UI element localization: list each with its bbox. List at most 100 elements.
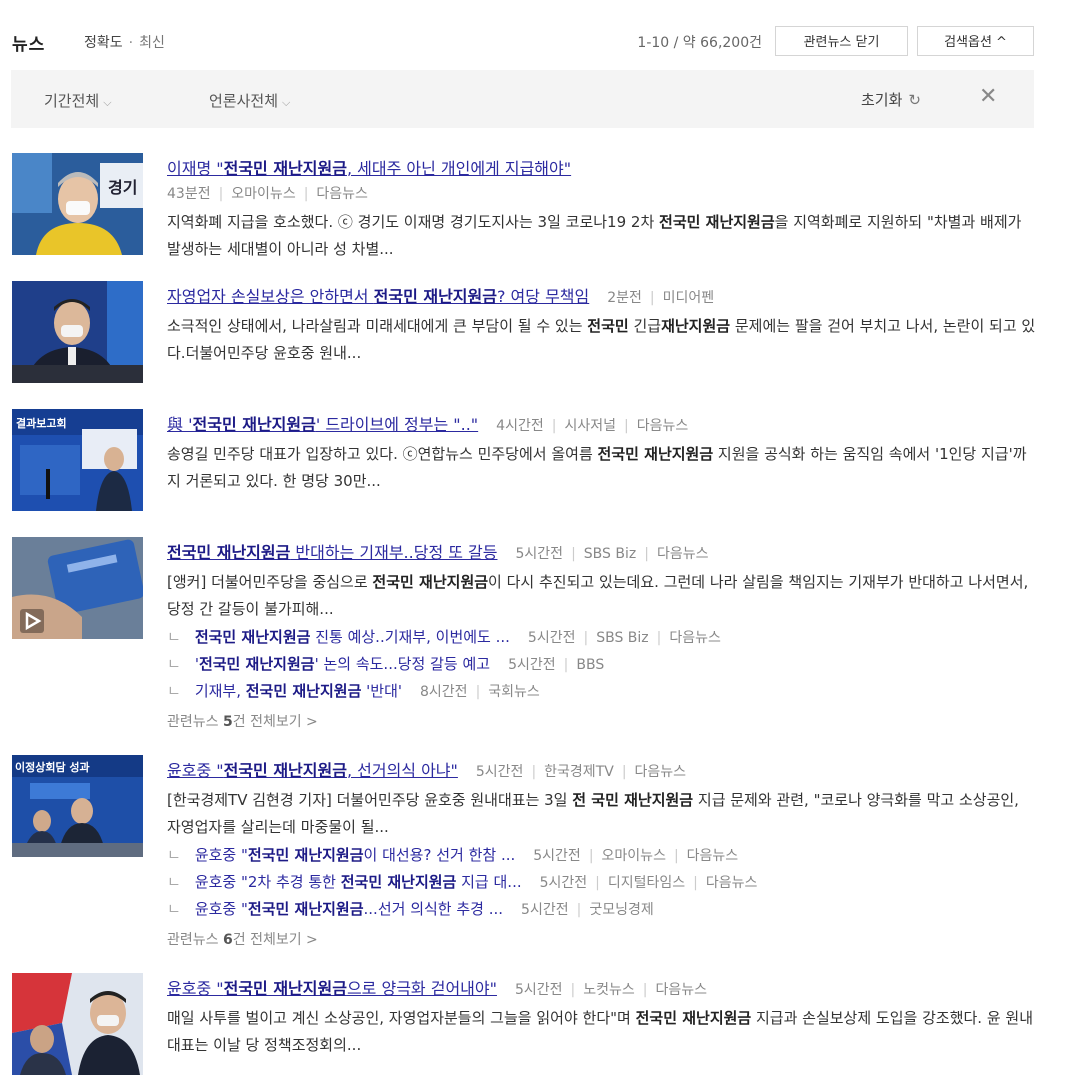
news-meta: 5시간전 | SBS Biz | 다음뉴스: [527, 630, 721, 646]
thumbnail-image-6: [12, 973, 143, 1075]
related-news-item[interactable]: ㄴ 기재부, 전국민 재난지원금 '반대' 8시간전 | 국회뉴스: [167, 680, 540, 701]
related-news-link[interactable]: '전국민 재난지원금' 논의 속도...당정 갈등 예고: [195, 655, 490, 673]
news-meta: 8시간전 | 국회뉴스: [420, 684, 540, 700]
sort-options: 정확도 · 최신: [84, 32, 165, 52]
related-news-link[interactable]: 전국민 재난지원금 진통 예상..기재부, 이번에도 ...: [195, 628, 510, 646]
refresh-icon: ↻: [908, 91, 921, 109]
press-name[interactable]: 국회뉴스: [488, 684, 540, 700]
result-count: 1-10 / 약 66,200건: [637, 35, 762, 51]
news-snippet: [앵커] 더불어민주당을 중심으로 전국민 재난지원금이 다시 추진되고 있는데…: [167, 573, 1029, 618]
search-options-button[interactable]: 검색옵션 ^: [917, 26, 1034, 56]
related-news-item[interactable]: ㄴ 윤호중 "전국민 재난지원금이 대선용? 선거 한참 ... 5시간전 | 오마이뉴…: [167, 844, 738, 865]
sort-latest[interactable]: 최신: [139, 35, 165, 51]
chevron-down-icon: ⌵: [103, 96, 112, 109]
news-meta: 5시간전 | BBS: [508, 657, 605, 673]
news-thumbnail[interactable]: 결과보고회: [12, 409, 143, 511]
news-snippet: 송영길 민주당 대표가 입장하고 있다. ⓒ연합뉴스 민주당에서 올여름 전국민…: [167, 445, 1027, 490]
news-title[interactable]: 윤호중 "전국민 재난지원금으로 양극화 걷어내야" 5시간전 | 노컷뉴스 | 다음뉴스: [167, 975, 707, 999]
thumbnail-image-1: 경기: [12, 153, 143, 255]
news-thumbnail[interactable]: [12, 281, 143, 383]
reset-filters-button[interactable]: 초기화 ↻: [861, 89, 921, 110]
sort-dot: ·: [128, 35, 134, 51]
news-meta: 5시간전 | 한국경제TV | 다음뉴스: [475, 764, 687, 780]
daum-news-link[interactable]: 다음뉴스: [635, 764, 687, 780]
thumbnail-image-2: [12, 281, 143, 383]
press-name[interactable]: SBS Biz: [596, 630, 648, 646]
news-snippet: 매일 사투를 벌이고 계신 소상공인, 자영업자분들의 그늘을 읽어야 한다"며…: [167, 1009, 1033, 1054]
news-title-link[interactable]: 윤호중 "전국민 재난지원금, 선거의식 아냐": [167, 761, 458, 780]
period-filter[interactable]: 기간전체 ⌵: [44, 90, 112, 111]
news-title[interactable]: 전국민 재난지원금 반대하는 기재부..당정 또 갈등 5시간전 | SBS Biz |…: [167, 539, 708, 563]
press-name[interactable]: 미디어펜: [663, 290, 715, 306]
daum-news-link[interactable]: 다음뉴스: [669, 630, 721, 646]
news-title-link[interactable]: 이재명 "전국민 재난지원금, 세대주 아닌 개인에게 지급해야": [167, 159, 571, 178]
news-title-link[interactable]: 전국민 재난지원금 반대하는 기재부..당정 또 갈등: [167, 543, 498, 562]
daum-news-link[interactable]: 다음뉴스: [656, 982, 708, 998]
play-icon[interactable]: [20, 609, 44, 633]
news-thumbnail[interactable]: 경기: [12, 153, 143, 255]
daum-news-link[interactable]: 다음뉴스: [687, 848, 739, 864]
press-name[interactable]: 시사저널: [564, 418, 616, 434]
close-filter-button[interactable]: ✕: [979, 84, 997, 109]
thumbnail-image-3: 결과보고회: [12, 409, 143, 511]
news-meta: 5시간전 | 디지털타임스 | 다음뉴스: [539, 875, 758, 891]
press-name[interactable]: 노컷뉴스: [583, 982, 635, 998]
filter-bar: 기간전체 ⌵ 언론사전체 ⌵ 초기화 ↻ ✕: [11, 70, 1034, 128]
news-title-link[interactable]: 자영업자 손실보상은 안하면서 전국민 재난지원금? 여당 무책임: [167, 287, 589, 306]
press-name[interactable]: 굿모닝경제: [589, 902, 653, 918]
news-meta: 5시간전 | 오마이뉴스 | 다음뉴스: [533, 848, 739, 864]
press-name[interactable]: SBS Biz: [584, 546, 636, 562]
news-meta: 2분전 | 미디어펜: [607, 290, 715, 306]
daum-news-link[interactable]: 다음뉴스: [637, 418, 689, 434]
reset-label: 초기화: [861, 91, 903, 109]
press-filter-label: 언론사전체: [209, 92, 279, 110]
sort-accuracy[interactable]: 정확도: [84, 35, 123, 51]
daum-news-link[interactable]: 다음뉴스: [706, 875, 758, 891]
related-news-item[interactable]: ㄴ 윤호중 "전국민 재난지원금...선거 의식한 추경 ... 5시간전 | 굿모닝경…: [167, 898, 654, 919]
press-filter[interactable]: 언론사전체 ⌵: [209, 90, 290, 111]
chevron-down-icon: ⌵: [282, 96, 291, 109]
press-name[interactable]: 한국경제TV: [544, 764, 614, 780]
related-news-more-link[interactable]: 관련뉴스 5건 전체보기 >: [167, 711, 318, 731]
news-snippet: 소극적인 상태에서, 나라살림과 미래세대에게 큰 부담이 될 수 있는 전국민…: [167, 317, 1036, 362]
related-news-more-link[interactable]: 관련뉴스 6건 전체보기 >: [167, 929, 318, 949]
thumbnail-image-4: [12, 537, 143, 639]
news-title-link[interactable]: 與 '전국민 재난지원금' 드라이브에 정부는 "..": [167, 415, 478, 434]
related-news-item[interactable]: ㄴ 윤호중 "2차 추경 통한 전국민 재난지원금 지급 대... 5시간전 | 디지털…: [167, 871, 757, 892]
search-header: 뉴스 정확도 · 최신 1-10 / 약 66,200건 관련뉴스 닫기 검색옵션 …: [12, 26, 1034, 58]
related-news-link[interactable]: 기재부, 전국민 재난지원금 '반대': [195, 682, 402, 700]
news-title[interactable]: 윤호중 "전국민 재난지원금, 선거의식 아냐" 5시간전 | 한국경제TV | 다음뉴스: [167, 757, 686, 781]
news-thumbnail[interactable]: [12, 537, 143, 639]
press-name[interactable]: BBS: [576, 657, 604, 673]
related-news-link[interactable]: 윤호중 "2차 추경 통한 전국민 재난지원금 지급 대...: [195, 873, 522, 891]
news-meta: 5시간전 | 노컷뉴스 | 다음뉴스: [514, 982, 708, 998]
thumbnail-caption: 이정상회담 성과: [15, 760, 90, 774]
close-related-news-button[interactable]: 관련뉴스 닫기: [775, 26, 908, 56]
news-title[interactable]: 이재명 "전국민 재난지원금, 세대주 아닌 개인에게 지급해야": [167, 155, 571, 179]
daum-news-link[interactable]: 다음뉴스: [657, 546, 709, 562]
period-filter-label: 기간전체: [44, 92, 100, 110]
news-title[interactable]: 자영업자 손실보상은 안하면서 전국민 재난지원금? 여당 무책임 2분전 | 미디어…: [167, 283, 714, 307]
thumbnail-caption: 결과보고회: [16, 416, 67, 430]
daum-news-link[interactable]: 다음뉴스: [316, 186, 368, 202]
news-thumbnail[interactable]: [12, 973, 143, 1075]
press-name[interactable]: 디지털타임스: [608, 875, 685, 891]
news-snippet: 지역화폐 지급을 호소했다. ⓒ 경기도 이재명 경기도지사는 3일 코로나19…: [167, 213, 1022, 258]
press-name[interactable]: 오마이뉴스: [602, 848, 666, 864]
related-news-link[interactable]: 윤호중 "전국민 재난지원금...선거 의식한 추경 ...: [195, 900, 503, 918]
related-news-item[interactable]: ㄴ '전국민 재난지원금' 논의 속도...당정 갈등 예고 5시간전 | BBS: [167, 653, 604, 674]
news-meta: 5시간전 | SBS Biz | 다음뉴스: [515, 546, 709, 562]
related-news-link[interactable]: 윤호중 "전국민 재난지원금이 대선용? 선거 한참 ...: [195, 846, 515, 864]
related-news-item[interactable]: ㄴ 전국민 재난지원금 진통 예상..기재부, 이번에도 ... 5시간전 | SBS …: [167, 626, 721, 647]
thumbnail-image-5: 이정상회담 성과: [12, 755, 143, 857]
news-title-link[interactable]: 윤호중 "전국민 재난지원금으로 양극화 걷어내야": [167, 979, 497, 998]
news-title[interactable]: 與 '전국민 재난지원금' 드라이브에 정부는 ".." 4시간전 | 시사저널 | 다음…: [167, 411, 688, 435]
tab-news[interactable]: 뉴스: [12, 30, 45, 55]
thumbnail-caption: 경기: [108, 178, 137, 197]
news-meta: 5시간전 | 굿모닝경제: [521, 902, 654, 918]
news-meta: 43분전 | 오마이뉴스 | 다음뉴스: [167, 186, 368, 202]
news-snippet: [한국경제TV 김현경 기자] 더불어민주당 윤호중 원내대표는 3일 전 국민…: [167, 791, 1019, 836]
press-name[interactable]: 오마이뉴스: [231, 186, 295, 202]
news-meta: 4시간전 | 시사저널 | 다음뉴스: [496, 418, 689, 434]
news-thumbnail[interactable]: 이정상회담 성과: [12, 755, 143, 857]
